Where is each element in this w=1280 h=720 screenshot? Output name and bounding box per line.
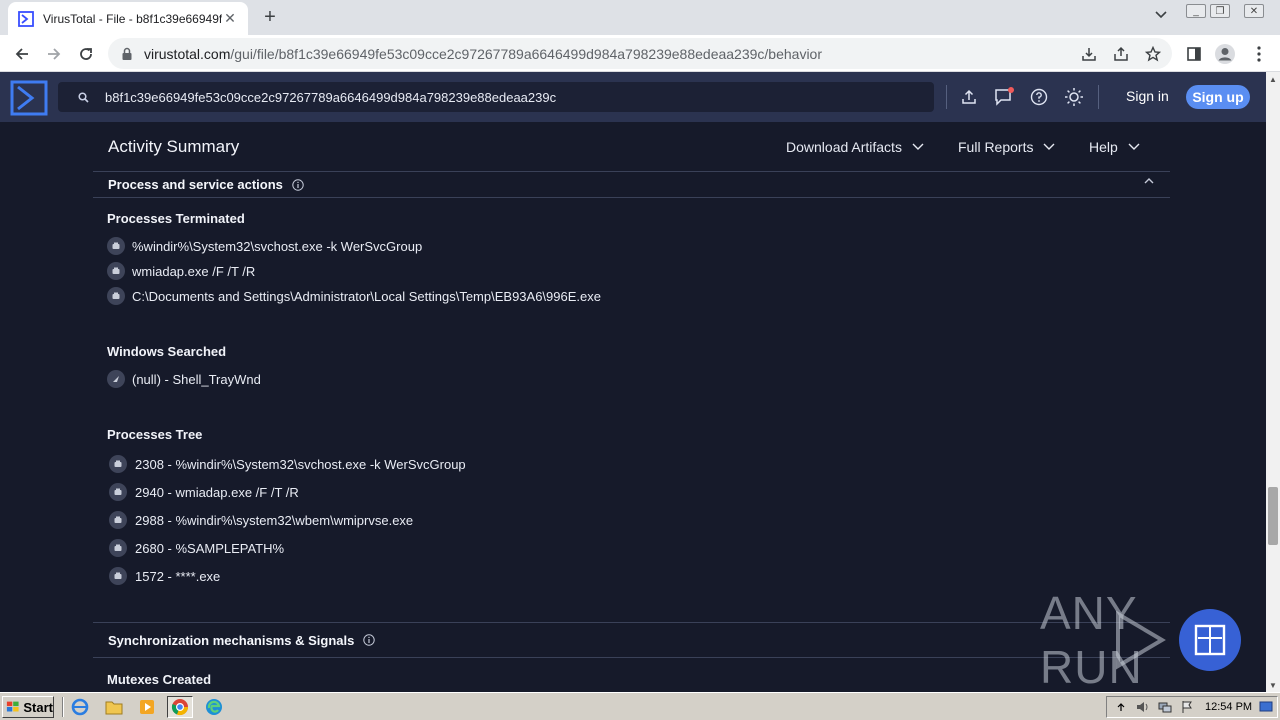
lock-icon[interactable] <box>120 47 134 61</box>
new-tab-icon[interactable]: + <box>258 5 282 29</box>
install-app-icon[interactable] <box>1080 45 1098 63</box>
process-icon <box>109 539 127 557</box>
page-scrollbar[interactable] <box>1266 72 1280 692</box>
header-divider <box>1098 85 1099 109</box>
process-icon <box>109 511 127 529</box>
collapse-chevron-up-icon[interactable] <box>1144 177 1154 185</box>
theme-toggle-sun-icon[interactable] <box>1064 87 1084 107</box>
list-item: 2680 - %SAMPLEPATH% <box>107 538 284 558</box>
sign-in-link[interactable]: Sign in <box>1126 88 1169 104</box>
activity-summary-title: Activity Summary <box>108 137 240 156</box>
restore-window-button[interactable]: ❐ <box>1210 4 1230 18</box>
windows-taskbar: Start 12:54 PM <box>0 692 1280 720</box>
list-item: 1572 - ****.exe <box>107 566 220 586</box>
file-explorer-icon[interactable] <box>101 696 127 718</box>
back-arrow-icon[interactable] <box>9 41 35 67</box>
search-bar[interactable] <box>58 82 934 112</box>
scroll-up-arrow-icon[interactable]: ▲ <box>1266 72 1280 86</box>
list-item: 2940 - wmiadap.exe /F /T /R <box>107 482 299 502</box>
browser-toolbar: virustotal.com/gui/file/b8f1c39e66949fe5… <box>0 35 1280 72</box>
download-artifacts-menu[interactable]: Download Artifacts <box>786 139 924 155</box>
help-menu[interactable]: Help <box>1089 139 1140 155</box>
taskbar-clock[interactable]: 12:54 PM <box>1205 701 1252 713</box>
browser-menu-icon[interactable] <box>1246 41 1272 67</box>
list-item: 2988 - %windir%\system32\wbem\wmiprvse.e… <box>107 510 413 530</box>
side-panel-icon[interactable] <box>1181 41 1207 67</box>
section-title: Process and service actions <box>108 177 283 192</box>
anyrun-play-logo-icon <box>1179 609 1241 671</box>
profile-avatar-icon[interactable] <box>1212 41 1238 67</box>
list-item: C:\Documents and Settings\Administrator\… <box>107 286 601 306</box>
process-icon <box>109 483 127 501</box>
processes-terminated-title: Processes Terminated <box>107 211 245 226</box>
synchronization-header[interactable]: Synchronization mechanisms & Signals <box>93 622 1170 658</box>
process-icon <box>107 262 125 280</box>
search-icon <box>78 91 89 103</box>
process-icon <box>107 287 125 305</box>
action-center-flag-icon[interactable] <box>1179 699 1195 715</box>
list-item: (null) - Shell_TrayWnd <box>107 369 261 389</box>
volume-icon[interactable] <box>1135 699 1151 715</box>
close-window-button[interactable]: ✕ <box>1244 4 1264 18</box>
chevron-down-icon <box>912 143 924 150</box>
show-desktop-icon[interactable] <box>1258 699 1274 715</box>
network-icon[interactable] <box>1157 699 1173 715</box>
chrome-taskbar-icon[interactable] <box>167 696 193 718</box>
close-tab-icon[interactable]: ✕ <box>222 10 238 27</box>
list-item: %windir%\System32\svchost.exe -k WerSvcG… <box>107 236 422 256</box>
system-tray: 12:54 PM <box>1106 696 1278 718</box>
forward-arrow-icon[interactable] <box>41 41 67 67</box>
windows-logo-icon <box>6 701 19 712</box>
address-bar[interactable]: virustotal.com/gui/file/b8f1c39e66949fe5… <box>108 38 1172 69</box>
notifications-chat-icon[interactable] <box>994 87 1014 107</box>
internet-explorer-icon[interactable] <box>67 696 93 718</box>
process-icon <box>109 567 127 585</box>
list-item: 2308 - %windir%\System32\svchost.exe -k … <box>107 454 466 474</box>
mutexes-created-title: Mutexes Created <box>107 672 212 687</box>
edge-taskbar-icon[interactable] <box>201 696 227 718</box>
start-button[interactable]: Start <box>2 696 54 718</box>
processes-tree-title: Processes Tree <box>107 427 203 442</box>
help-circle-icon[interactable] <box>1029 87 1049 107</box>
process-icon <box>109 455 127 473</box>
browser-tab[interactable]: VirusTotal - File - b8f1c39e66949fe53 ✕ <box>8 2 248 35</box>
chevron-down-icon <box>1043 143 1055 150</box>
search-input[interactable] <box>105 89 905 105</box>
media-player-icon[interactable] <box>134 696 160 718</box>
list-item: wmiadap.exe /F /T /R <box>107 261 255 281</box>
process-service-actions-header[interactable]: Process and service actions <box>93 172 1170 198</box>
windows-searched-title: Windows Searched <box>107 344 227 359</box>
play-triangle-icon <box>1116 610 1166 670</box>
bookmark-star-icon[interactable] <box>1144 45 1162 63</box>
scroll-down-arrow-icon[interactable]: ▼ <box>1266 678 1280 692</box>
tab-title: VirusTotal - File - b8f1c39e66949fe53 <box>43 11 222 26</box>
anyrun-watermark: ANY RUN <box>1040 587 1245 693</box>
share-icon[interactable] <box>1112 45 1130 63</box>
reload-icon[interactable] <box>73 41 99 67</box>
chevron-down-icon <box>1128 143 1140 150</box>
browser-tab-bar: VirusTotal - File - b8f1c39e66949fe53 ✕ … <box>0 0 1280 35</box>
process-icon <box>107 237 125 255</box>
sign-up-button[interactable]: Sign up <box>1186 85 1250 109</box>
info-icon[interactable] <box>292 178 304 191</box>
section-title: Synchronization mechanisms & Signals <box>108 632 355 648</box>
minimize-window-button[interactable]: _ <box>1186 4 1206 18</box>
upload-icon[interactable] <box>959 87 979 107</box>
virustotal-header: Sign in Sign up <box>0 72 1266 122</box>
taskbar-divider <box>62 697 64 717</box>
activity-summary-bar: Activity Summary Download Artifacts Full… <box>93 122 1170 172</box>
scrollbar-thumb[interactable] <box>1268 487 1278 545</box>
full-reports-menu[interactable]: Full Reports <box>958 139 1055 155</box>
tab-search-chevron-icon[interactable] <box>1150 4 1172 26</box>
virustotal-favicon-icon <box>18 10 34 27</box>
header-divider <box>946 85 947 109</box>
window-search-icon <box>107 370 125 388</box>
info-icon[interactable] <box>363 634 376 646</box>
url-text[interactable]: virustotal.com/gui/file/b8f1c39e66949fe5… <box>144 46 1080 62</box>
virustotal-logo-icon[interactable] <box>10 80 48 116</box>
tray-expand-icon[interactable] <box>1113 699 1129 715</box>
